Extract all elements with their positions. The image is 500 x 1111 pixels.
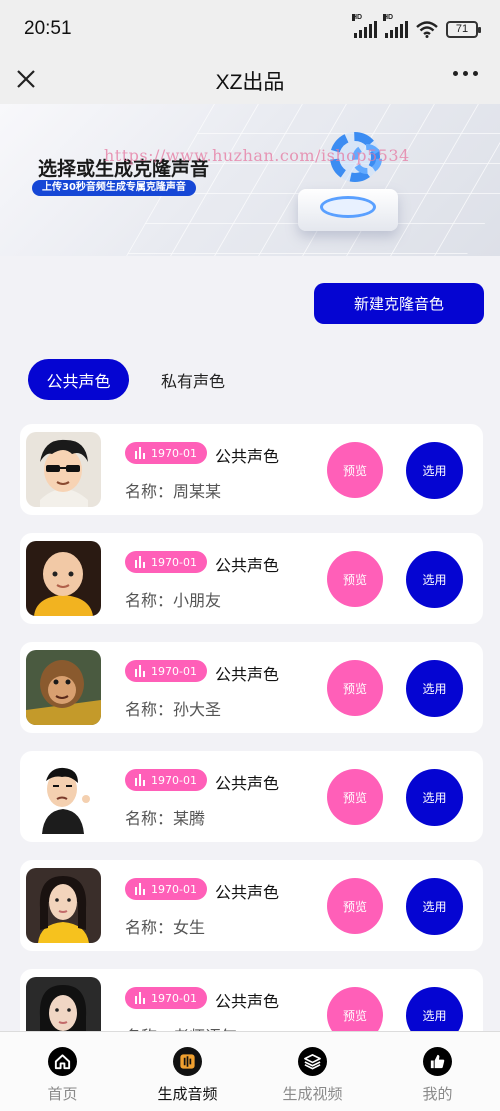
select-button[interactable]: 选用 <box>406 660 463 717</box>
select-button[interactable]: 选用 <box>406 442 463 499</box>
voice-name: 名称：孙大圣 <box>125 700 222 719</box>
bottom-tab-bar: 首页 生成音频 生成视频 我的 <box>0 1031 500 1111</box>
wifi-icon <box>416 20 438 38</box>
date-badge: 1970-01 <box>125 660 207 682</box>
avatar-cartoon-sunglasses <box>26 432 101 507</box>
preview-button[interactable]: 预览 <box>327 878 383 934</box>
signal-icon-2: HD <box>383 14 408 38</box>
nav-bar: XZ出品 <box>0 58 500 104</box>
tab-label: 生成视频 <box>282 1085 343 1103</box>
voice-type: 公共声色 <box>215 774 280 793</box>
preview-button[interactable]: 预览 <box>327 442 383 498</box>
voice-card: 1970-01 公共声色 名称：周某某 预览 选用 <box>20 424 483 515</box>
status-icons: HD HD 71 <box>352 14 481 38</box>
voice-type: 公共声色 <box>215 447 280 466</box>
tab-private-voices[interactable]: 私有声色 <box>143 359 243 400</box>
voice-card: 1970-01 公共声色 名称：小朋友 预览 选用 <box>20 533 483 624</box>
voice-type: 公共声色 <box>215 665 280 684</box>
tab-generate-video[interactable]: 生成视频 <box>250 1032 375 1111</box>
preview-button[interactable]: 预览 <box>327 660 383 716</box>
select-button[interactable]: 选用 <box>406 769 463 826</box>
tab-label: 生成音频 <box>157 1085 218 1103</box>
tab-label: 我的 <box>422 1085 453 1103</box>
page-title: XZ出品 <box>215 71 285 94</box>
select-button[interactable]: 选用 <box>406 878 463 935</box>
avatar-woman <box>26 868 101 943</box>
audio-bars-icon <box>135 774 145 786</box>
date-badge: 1970-01 <box>125 769 207 791</box>
new-clone-voice-button[interactable]: 新建克隆音色 <box>314 283 484 324</box>
audio-bars-icon <box>135 556 145 568</box>
voice-type: 公共声色 <box>215 556 280 575</box>
voice-type: 公共声色 <box>215 883 280 902</box>
audio-bars-icon <box>135 992 145 1004</box>
date-badge: 1970-01 <box>125 442 207 464</box>
voice-card: 1970-01 公共声色 名称：某腾 预览 选用 <box>20 751 483 842</box>
preview-button[interactable]: 预览 <box>327 551 383 607</box>
more-icon[interactable] <box>453 71 478 76</box>
close-icon[interactable] <box>14 62 38 98</box>
audio-icon <box>173 1047 202 1076</box>
audio-bars-icon <box>135 883 145 895</box>
voice-name: 名称：小朋友 <box>125 591 222 610</box>
voice-name: 名称：某腾 <box>125 809 206 828</box>
status-time: 20:51 <box>24 18 72 39</box>
avatar-child <box>26 541 101 616</box>
audio-bars-icon <box>135 665 145 677</box>
select-button[interactable]: 选用 <box>406 551 463 608</box>
signal-icon: HD <box>352 14 377 38</box>
avatar-monkey-king <box>26 650 101 725</box>
layers-icon <box>298 1047 327 1076</box>
battery-icon: 71 <box>446 20 481 38</box>
date-badge: 1970-01 <box>125 551 207 573</box>
banner: 选择或生成克隆声音 上传30秒音频生成专属克隆声音 https://www.hu… <box>0 104 500 256</box>
device-ring-decoration <box>320 196 376 218</box>
home-icon <box>48 1047 77 1076</box>
tab-public-voices[interactable]: 公共声色 <box>28 359 129 400</box>
tab-home[interactable]: 首页 <box>0 1032 125 1111</box>
voice-name: 名称：女生 <box>125 918 206 937</box>
thumbs-up-icon <box>423 1047 452 1076</box>
date-badge: 1970-01 <box>125 987 207 1009</box>
date-badge: 1970-01 <box>125 878 207 900</box>
voice-type: 公共声色 <box>215 992 280 1011</box>
avatar-cartoon-man <box>26 759 101 834</box>
banner-subtitle: 上传30秒音频生成专属克隆声音 <box>32 180 196 196</box>
status-bar: 20:51 HD HD 71 <box>0 0 500 58</box>
voice-card: 1970-01 公共声色 名称：孙大圣 预览 选用 <box>20 642 483 733</box>
voice-card: 1970-01 公共声色 名称：女生 预览 选用 <box>20 860 483 951</box>
tab-generate-audio[interactable]: 生成音频 <box>125 1032 250 1111</box>
preview-button[interactable]: 预览 <box>327 769 383 825</box>
voice-name: 名称：周某某 <box>125 482 222 501</box>
tab-label: 首页 <box>47 1085 78 1103</box>
tab-mine[interactable]: 我的 <box>375 1032 500 1111</box>
watermark: https://www.huzhan.com/ishop5534 <box>104 146 410 165</box>
audio-bars-icon <box>135 447 145 459</box>
